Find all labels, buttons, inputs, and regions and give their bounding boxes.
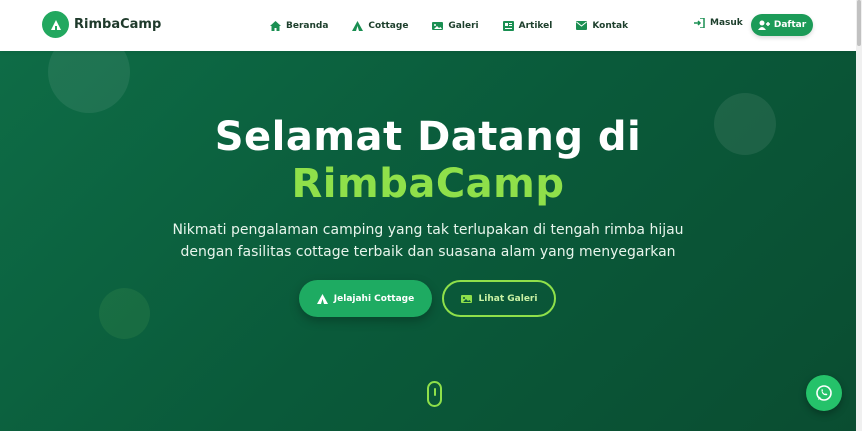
nav-item-kontak[interactable]: Kontak: [576, 21, 628, 31]
view-gallery-button[interactable]: Lihat Galeri: [442, 280, 556, 317]
nav-item-cottage[interactable]: Cottage: [352, 20, 409, 31]
nav-label: Artikel: [518, 20, 553, 31]
whatsapp-button[interactable]: [806, 375, 842, 411]
nav-item-beranda[interactable]: Beranda: [270, 20, 329, 31]
brand[interactable]: RimbaCamp: [42, 11, 161, 38]
view-gallery-label: Lihat Galeri: [478, 293, 538, 304]
scrollbar[interactable]: [856, 0, 862, 431]
gallery-icon: [432, 21, 444, 30]
nav-item-artikel[interactable]: Artikel: [502, 20, 553, 31]
user-plus-icon: [757, 20, 770, 30]
hero-subtitle: Nikmati pengalaman camping yang tak terl…: [172, 222, 684, 238]
navbar: RimbaCamp Beranda Cottage Galeri Artikel…: [0, 0, 856, 51]
explore-cottage-label: Jelajahi Cottage: [333, 293, 415, 304]
register-button[interactable]: Daftar: [751, 14, 813, 36]
nav-item-galeri[interactable]: Galeri: [432, 20, 479, 31]
nav-label: Kontak: [592, 20, 629, 31]
tent-icon: [352, 20, 364, 31]
hero-section: Selamat Datang di RimbaCamp Nikmati peng…: [0, 51, 856, 431]
login-link[interactable]: Masuk: [694, 18, 743, 28]
brand-name: RimbaCamp: [74, 17, 162, 32]
explore-cottage-button[interactable]: Jelajahi Cottage: [299, 280, 432, 317]
scroll-dot: [434, 388, 436, 396]
tent-icon: [316, 293, 328, 304]
home-icon: [270, 20, 281, 31]
login-label: Masuk: [710, 18, 743, 28]
hero-title-brand: RimbaCamp: [291, 161, 565, 207]
mail-icon: [576, 21, 588, 30]
nav-label: Galeri: [448, 20, 479, 31]
scrollbar-thumb[interactable]: [857, 0, 861, 46]
nav-label: Beranda: [286, 20, 329, 31]
scroll-down-indicator[interactable]: [427, 381, 442, 407]
whatsapp-icon: [816, 385, 832, 401]
register-label: Daftar: [773, 20, 807, 30]
hero-subtitle: dengan fasilitas cottage terbaik dan sua…: [180, 244, 676, 260]
decorative-circle: [99, 288, 150, 339]
gallery-icon: [460, 294, 472, 303]
article-icon: [502, 20, 514, 31]
nav-label: Cottage: [368, 20, 409, 31]
decorative-circle: [48, 51, 130, 113]
hero-title: Selamat Datang di: [214, 114, 642, 160]
login-icon: [694, 18, 705, 28]
tent-icon: [42, 11, 69, 38]
nav-menu: Beranda Cottage Galeri Artikel Kontak: [270, 0, 652, 51]
